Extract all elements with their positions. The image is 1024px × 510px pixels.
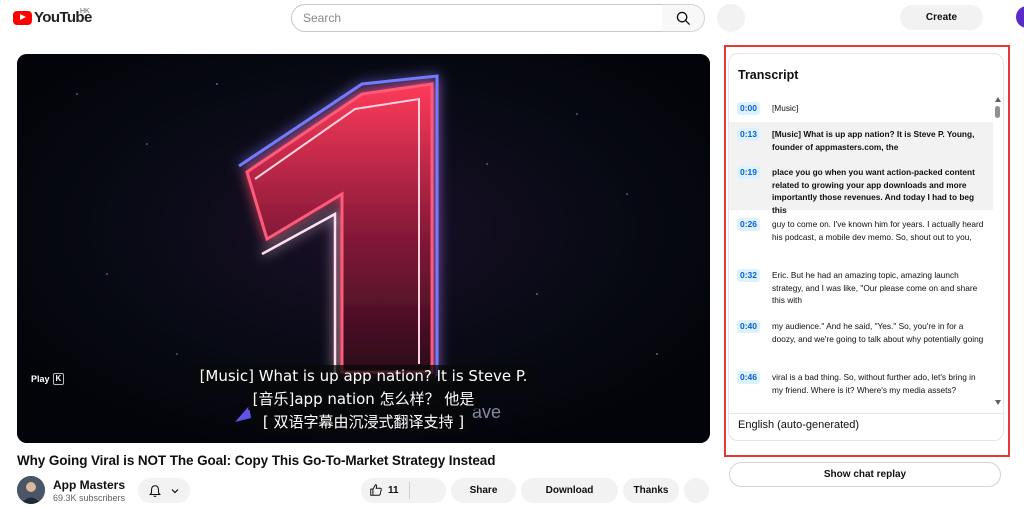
segment-timestamp: 0:40 xyxy=(737,320,761,333)
show-chat-replay-button[interactable]: Show chat replay xyxy=(729,462,1001,487)
search-box xyxy=(291,4,663,32)
like-count: 11 xyxy=(388,485,399,496)
channel-name[interactable]: App Masters xyxy=(53,478,125,492)
transcript-segment[interactable]: 0:40 my audience." And he said, "Yes." S… xyxy=(729,320,993,345)
subscriber-count: 69.3K subscribers xyxy=(53,493,126,503)
channel-avatar[interactable] xyxy=(17,476,45,504)
segment-text: Eric. But he had an amazing topic, amazi… xyxy=(772,270,978,306)
share-button[interactable]: Share xyxy=(451,478,516,503)
account-avatar[interactable] xyxy=(1016,6,1024,28)
voice-search-button[interactable] xyxy=(717,4,745,32)
download-button[interactable]: Download xyxy=(521,478,618,503)
transcript-segment[interactable]: 0:00 [Music] xyxy=(729,102,993,115)
transcript-segment[interactable]: 0:26 guy to come on. I've known him for … xyxy=(729,218,993,243)
segment-timestamp: 0:19 xyxy=(737,166,761,179)
segment-text: [Music] What is up app nation? It is Ste… xyxy=(772,129,975,152)
chevron-down-icon xyxy=(171,488,179,493)
segment-timestamp: 0:26 xyxy=(737,218,761,231)
scrollbar-thumb[interactable] xyxy=(995,106,1000,118)
transcript-segment-active[interactable]: 0:19 place you go when you want action-p… xyxy=(729,166,993,215)
top-bar: YouTube HK Create xyxy=(0,0,1024,36)
search-input[interactable] xyxy=(292,5,662,31)
search-icon xyxy=(676,11,690,25)
segment-text: place you go when you want action-packed… xyxy=(772,167,975,215)
notification-button[interactable] xyxy=(138,478,190,503)
language-selector[interactable]: English (auto-generated) xyxy=(738,419,859,431)
region-code: HK xyxy=(80,8,90,15)
create-button[interactable]: Create xyxy=(900,5,983,30)
thumbs-up-icon[interactable] xyxy=(369,483,383,497)
caption-line: [ 双语字幕由沉浸式翻译支持 ] xyxy=(257,411,470,433)
transcript-title: Transcript xyxy=(738,68,799,82)
segment-timestamp: 0:46 xyxy=(737,371,761,384)
person-icon xyxy=(17,476,45,504)
segment-timestamp: 0:13 xyxy=(737,128,761,141)
segment-text: [Music] xyxy=(772,103,799,113)
bell-icon xyxy=(149,484,161,497)
segment-text: my audience." And he said, "Yes." So, yo… xyxy=(772,321,984,344)
youtube-play-icon xyxy=(13,10,32,25)
search-button[interactable] xyxy=(662,4,705,32)
segment-timestamp: 0:00 xyxy=(737,102,761,115)
transcript-segment[interactable]: 0:32 Eric. But he had an amazing topic, … xyxy=(729,269,993,307)
segment-text: viral is a bad thing. So, without furthe… xyxy=(772,372,976,395)
caption-line: [音乐]app nation 怎么样？ 他是 xyxy=(247,388,480,410)
video-player[interactable]: ave Play K [Music] What is up app nation… xyxy=(17,54,710,443)
panel-divider xyxy=(729,413,1003,414)
scroll-up-arrow[interactable] xyxy=(995,97,1001,102)
scroll-down-arrow[interactable] xyxy=(995,400,1001,405)
transcript-segment[interactable]: 0:46 viral is a bad thing. So, without f… xyxy=(729,371,993,396)
captions: [Music] What is up app nation? It is Ste… xyxy=(17,365,710,434)
more-actions-button[interactable] xyxy=(684,478,709,503)
like-dislike-group: 11 xyxy=(361,478,446,503)
caption-line: [Music] What is up app nation? It is Ste… xyxy=(194,365,533,387)
thanks-button[interactable]: Thanks xyxy=(623,478,679,503)
segment-timestamp: 0:32 xyxy=(737,269,761,282)
like-divider xyxy=(409,482,410,499)
transcript-panel: Transcript 0:00 [Music] 0:13 [Music] Wha… xyxy=(728,53,1004,441)
segment-text: guy to come on. I've known him for years… xyxy=(772,219,984,242)
video-title: Why Going Viral is NOT The Goal: Copy Th… xyxy=(17,453,496,468)
